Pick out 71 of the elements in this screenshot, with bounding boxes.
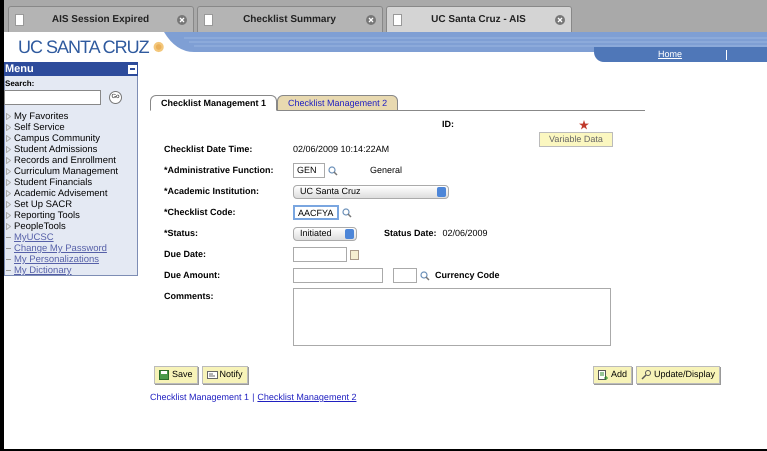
- menu-item[interactable]: Curriculum Management: [14, 166, 118, 176]
- id-label: ID:: [442, 118, 454, 132]
- dropdown[interactable]: UC Santa Cruz: [293, 184, 449, 198]
- menu-item[interactable]: Academic Advisement: [14, 188, 108, 198]
- field-description: General: [370, 164, 402, 177]
- menu-item[interactable]: Campus Community: [14, 134, 100, 144]
- field-label: *Checklist Code:: [164, 206, 237, 219]
- menu-item[interactable]: My Favorites: [14, 112, 68, 122]
- logo-text: UC SANTA CRUZ: [18, 38, 149, 56]
- menu-link[interactable]: My Dictionary: [14, 265, 72, 276]
- update-icon: [640, 370, 652, 380]
- calendar-icon[interactable]: [350, 250, 359, 260]
- update-display-button[interactable]: Update/Display: [636, 366, 720, 384]
- page-tab[interactable]: Checklist Management 2: [277, 95, 398, 111]
- page-icon: [204, 14, 213, 26]
- add-icon: [598, 370, 609, 380]
- save-button[interactable]: Save: [154, 366, 198, 384]
- field-label: Currency Code: [435, 268, 500, 282]
- menu-link[interactable]: My Personalizations: [14, 254, 100, 265]
- menu-item[interactable]: Set Up SACR: [14, 200, 72, 210]
- input-field[interactable]: [393, 268, 417, 283]
- menu-item[interactable]: Self Service: [14, 122, 65, 132]
- star-icon: [579, 120, 589, 130]
- close-icon[interactable]: [177, 14, 187, 24]
- menu-item[interactable]: Reporting Tools: [14, 210, 80, 220]
- menu-item[interactable]: Records and Enrollment: [14, 156, 116, 166]
- search-label: Search:: [5, 78, 34, 90]
- collapse-icon[interactable]: [128, 64, 137, 74]
- variable-data-button[interactable]: Variable Data: [539, 132, 613, 147]
- browser-tab[interactable]: AIS Session Expired: [8, 6, 194, 32]
- menu-link[interactable]: Change My Password: [14, 243, 107, 254]
- page-link[interactable]: Checklist Management 2: [257, 391, 356, 404]
- field-value: 02/06/2009: [442, 226, 488, 240]
- menu-title: Menu: [5, 64, 34, 74]
- comments-field[interactable]: [293, 288, 611, 346]
- field-label: *Status:: [164, 226, 200, 240]
- page-link[interactable]: Checklist Management 1: [150, 391, 250, 404]
- input-field[interactable]: [293, 247, 347, 262]
- field-label: Comments:: [164, 290, 215, 303]
- field-label: Due Amount:: [164, 268, 222, 282]
- link-separator: |: [252, 391, 254, 404]
- nav-link[interactable]: Home: [658, 48, 682, 62]
- input-field[interactable]: [293, 268, 383, 283]
- input-field[interactable]: GEN: [293, 163, 325, 178]
- page-icon: [393, 14, 402, 26]
- notify-button[interactable]: Notify: [202, 366, 248, 384]
- field-label: *Academic Institution:: [164, 184, 260, 198]
- add-button[interactable]: Add: [592, 366, 632, 384]
- page-tab[interactable]: Checklist Management 1: [150, 95, 278, 111]
- menu-item[interactable]: Student Admissions: [14, 144, 98, 154]
- close-icon[interactable]: [555, 14, 565, 24]
- page-icon: [15, 14, 24, 26]
- menu-item[interactable]: PeopleTools: [14, 222, 66, 232]
- lookup-icon[interactable]: [328, 166, 338, 176]
- notify-icon: [206, 370, 218, 380]
- lookup-icon[interactable]: [420, 270, 430, 280]
- close-icon[interactable]: [366, 14, 376, 24]
- input-field[interactable]: AACFYA: [293, 205, 339, 220]
- field-label: Checklist Date Time:: [164, 142, 254, 156]
- menu-link[interactable]: MyUCSC: [14, 232, 54, 243]
- field-label: Due Date:: [164, 248, 208, 261]
- field-value: 02/06/2009 10:14:22AM: [293, 142, 390, 156]
- field-label: *Administrative Function:: [164, 164, 275, 177]
- search-field[interactable]: [4, 90, 101, 105]
- dropdown[interactable]: Initiated: [293, 226, 357, 240]
- field-label: Status Date:: [384, 226, 437, 240]
- menu-item[interactable]: Student Financials: [14, 178, 92, 188]
- lookup-icon[interactable]: [342, 208, 352, 218]
- browser-tab[interactable]: Checklist Summary: [197, 6, 383, 32]
- save-icon: [159, 370, 170, 380]
- browser-tab[interactable]: UC Santa Cruz - AIS: [386, 6, 572, 32]
